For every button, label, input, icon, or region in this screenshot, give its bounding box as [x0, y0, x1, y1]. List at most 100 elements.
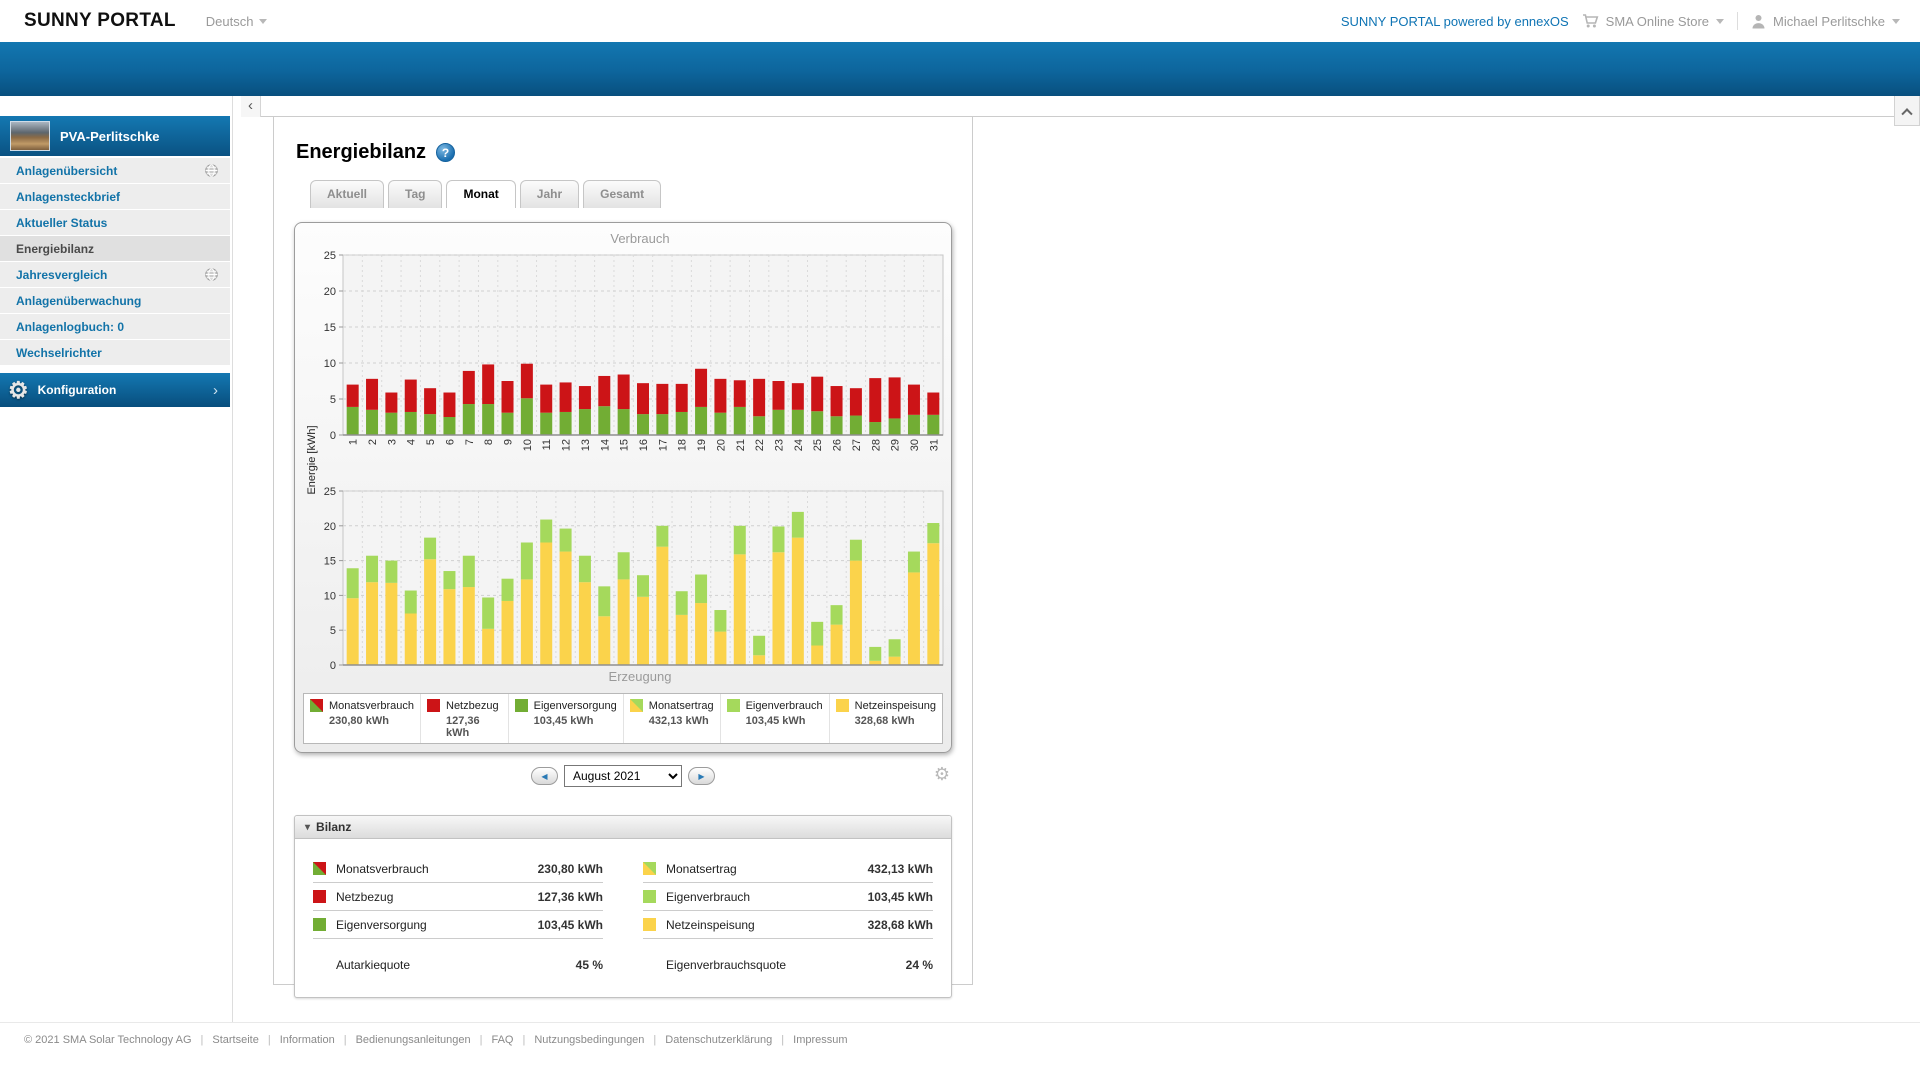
- bar-segment: [482, 364, 495, 405]
- bar-segment: [656, 414, 669, 435]
- bar-segment: [501, 381, 514, 413]
- chart-settings-gear-icon[interactable]: ⚙: [934, 765, 950, 783]
- bar-segment: [811, 376, 824, 412]
- scroll-top-button[interactable]: [1894, 96, 1920, 126]
- previous-month-button[interactable]: ◀: [531, 767, 558, 785]
- day-label: 9: [503, 439, 515, 445]
- summary-label: Autarkiequote: [336, 958, 411, 972]
- footer-link-faq[interactable]: FAQ: [491, 1034, 513, 1046]
- plant-name: PVA-Perlitschke: [60, 128, 160, 144]
- tab-gesamt[interactable]: Gesamt: [583, 180, 662, 208]
- day-label: 15: [619, 439, 631, 451]
- online-store-menu[interactable]: SMA Online Store: [1582, 13, 1724, 29]
- y-tick-label: 5: [330, 625, 336, 637]
- bilanz-panel-header[interactable]: ▾ Bilanz: [295, 816, 951, 839]
- bar-segment: [830, 605, 843, 625]
- tab-jahr[interactable]: Jahr: [519, 180, 580, 208]
- bar-segment: [637, 596, 649, 665]
- sidebar-item-anlagenlogbuch-0[interactable]: Anlagenlogbuch: 0: [0, 314, 230, 339]
- bar-segment: [733, 406, 746, 435]
- bar-segment: [617, 409, 630, 435]
- light-green-swatch-icon: [726, 699, 740, 712]
- sidebar-item-label: Anlagenübersicht: [16, 163, 118, 178]
- legend-label: Netzbezug: [446, 699, 499, 712]
- legend-item-netzeinspeisung: Netzeinspeisung 328,68 kWh: [828, 694, 942, 743]
- legend-label: Monatsverbrauch: [329, 699, 414, 712]
- footer-link-bedienungsanleitungen[interactable]: Bedienungsanleitungen: [356, 1034, 471, 1046]
- y-tick-label: 15: [324, 322, 336, 334]
- bar-segment: [540, 412, 553, 435]
- bar-segment: [733, 554, 746, 665]
- bar-segment: [617, 552, 630, 580]
- sidebar-item-label: Aktueller Status: [16, 215, 108, 230]
- month-select[interactable]: August 2021: [564, 765, 682, 787]
- sidebar-item-anlagensteckbrief[interactable]: Anlagensteckbrief: [0, 184, 230, 209]
- legend-item-eigenversorgung: Eigenversorgung 103,45 kWh: [507, 694, 623, 743]
- bar-segment: [907, 572, 920, 665]
- language-selector[interactable]: Deutsch: [206, 14, 268, 29]
- sidebar-item-label: Energiebilanz: [16, 241, 95, 256]
- footer-link-datenschutzerklarung[interactable]: Datenschutzerklärung: [665, 1034, 772, 1046]
- sidebar-item-anlagenuberwachung[interactable]: Anlagenüberwachung: [0, 288, 230, 313]
- bar-segment: [443, 392, 456, 417]
- chevron-up-icon: [1901, 107, 1913, 119]
- y-tick-label: 10: [324, 358, 336, 370]
- bar-segment: [656, 525, 669, 547]
- sidebar-item-jahresvergleich[interactable]: Jahresvergleich: [0, 262, 230, 287]
- bar-segment: [849, 560, 862, 665]
- footer-link-information[interactable]: Information: [280, 1034, 335, 1046]
- day-label: 4: [406, 439, 418, 445]
- bar-segment: [714, 378, 727, 413]
- bar-segment: [385, 582, 398, 665]
- bar-segment: [772, 381, 785, 410]
- day-label: 1: [348, 439, 360, 445]
- powered-by-link[interactable]: SUNNY PORTAL powered by ennexOS: [1341, 14, 1569, 29]
- day-label: 13: [580, 439, 592, 451]
- chart-title-erzeugung: Erzeugung: [608, 669, 672, 684]
- collapse-triangle-icon: ▾: [305, 821, 311, 833]
- red-green-split-swatch-icon: [313, 862, 326, 875]
- bar-segment: [830, 624, 843, 665]
- y-tick-label: 5: [330, 394, 336, 406]
- user-menu[interactable]: Michael Perlitschke: [1751, 14, 1900, 29]
- bar-segment: [791, 383, 804, 410]
- footer-link-nutzungsbedingungen[interactable]: Nutzungsbedingungen: [534, 1034, 644, 1046]
- sidebar-item-label: Jahresvergleich: [16, 267, 108, 282]
- bar-segment: [772, 552, 785, 665]
- help-icon[interactable]: ?: [436, 143, 456, 162]
- bar-segment: [520, 398, 533, 435]
- yellow-swatch-icon: [835, 699, 849, 712]
- sidebar-collapse-button[interactable]: ‹: [241, 96, 261, 117]
- dark-green-swatch-icon: [514, 699, 528, 712]
- date-selector-row: ◀ August 2021 ▶ ⚙: [294, 763, 952, 789]
- sidebar-item-aktueller-status[interactable]: Aktueller Status: [0, 210, 230, 235]
- sidebar-item-energiebilanz[interactable]: Energiebilanz: [0, 236, 230, 261]
- yellow-swatch-icon: [643, 918, 656, 931]
- legend-item-monatsverbrauch: Monatsverbrauch 230,80 kWh: [304, 694, 420, 743]
- sidebar-item-wechselrichter[interactable]: Wechselrichter: [0, 340, 230, 365]
- user-icon: [1752, 14, 1765, 28]
- bar-segment: [540, 542, 553, 665]
- day-axis-labels: 1 2 3 4 5 6 7 8 9 10 11 12 13 14 15 16 17 18 19 20 21 22 23 24 2…: [348, 439, 941, 451]
- tab-tag[interactable]: Tag: [388, 180, 443, 208]
- y-tick-label: 25: [324, 486, 336, 498]
- bar-segment: [424, 559, 437, 665]
- next-month-button[interactable]: ▶: [688, 767, 715, 785]
- sidebar-item-anlagenubersicht[interactable]: Anlagenübersicht: [0, 158, 230, 183]
- sidebar-item-konfiguration[interactable]: ⚙ Konfiguration ›: [0, 373, 230, 407]
- bilanz-row-value: 432,13 kWh: [867, 861, 933, 876]
- bar-segment: [385, 560, 398, 583]
- bar-segment: [869, 646, 882, 661]
- bar-segment: [695, 574, 708, 604]
- y-tick-label: 0: [330, 430, 336, 442]
- bilanz-row-label: Netzeinspeisung: [666, 917, 755, 932]
- footer-link-impressum[interactable]: Impressum: [793, 1034, 847, 1046]
- bilanz-row-label: Eigenversorgung: [336, 917, 427, 932]
- tab-monat[interactable]: Monat: [446, 180, 516, 208]
- tab-aktuell[interactable]: Aktuell: [310, 180, 385, 208]
- plant-header[interactable]: PVA-Perlitschke: [0, 116, 230, 156]
- bilanz-row-value: 328,68 kWh: [867, 917, 933, 932]
- bilanz-row-value: 127,36 kWh: [537, 889, 603, 904]
- bar-segment: [772, 526, 785, 553]
- footer-link-startseite[interactable]: Startseite: [212, 1034, 258, 1046]
